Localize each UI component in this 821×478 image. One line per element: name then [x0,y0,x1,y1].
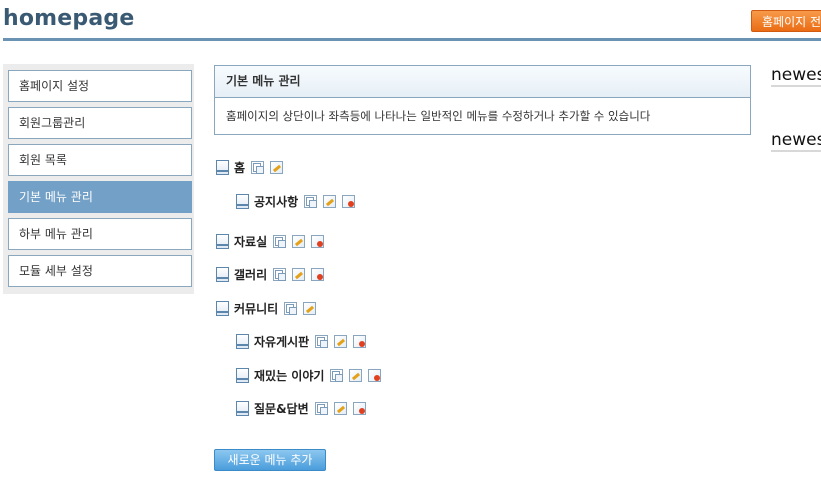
menu-row-fun-stories: 재밌는 이야기 [236,365,387,385]
document-icon [236,400,249,416]
menu-label[interactable]: 질문&답변 [254,400,309,417]
homepage-settings-button[interactable]: 홈페이지 전 [751,10,821,32]
menu-row-gallery: 갤러리 [216,264,330,284]
copy-icon[interactable] [330,368,344,382]
edit-icon[interactable] [292,267,306,281]
sidebar-item-member-list[interactable]: 회원 목록 [8,144,192,176]
document-icon [216,233,229,249]
copy-icon[interactable] [273,234,287,248]
menu-row-community: 커뮤니티 [216,298,322,318]
sidebar-item-module-settings[interactable]: 모듈 세부 설정 [8,255,192,287]
edit-icon[interactable] [334,334,348,348]
delete-icon[interactable] [353,334,367,348]
site-title: homepage [3,6,135,31]
document-icon [216,300,229,316]
delete-icon[interactable] [368,368,382,382]
copy-icon[interactable] [273,267,287,281]
menu-label[interactable]: 재밌는 이야기 [254,367,324,384]
copy-icon[interactable] [315,334,329,348]
document-icon [236,193,249,209]
info-panel: 기본 메뉴 관리 홈페이지의 상단이나 좌측등에 나타나는 일반적인 메뉴를 수… [214,65,751,135]
delete-icon[interactable] [311,234,325,248]
newest-widget-title: newes [771,130,821,152]
menu-label[interactable]: 커뮤니티 [234,300,278,317]
sidebar-item-sub-menu[interactable]: 하부 메뉴 관리 [8,218,192,250]
delete-icon[interactable] [352,401,366,415]
menu-label[interactable]: 홈 [234,159,245,176]
edit-icon[interactable] [333,401,347,415]
edit-icon[interactable] [292,234,306,248]
menu-label[interactable]: 자료실 [234,233,267,250]
panel-title: 기본 메뉴 관리 [215,66,750,98]
menu-label[interactable]: 갤러리 [234,266,267,283]
copy-icon[interactable] [304,194,318,208]
newest-widget-title: newes [771,65,821,87]
copy-icon[interactable] [284,301,298,315]
document-icon [236,367,249,383]
document-icon [216,159,229,175]
add-menu-button[interactable]: 새로운 메뉴 추가 [214,449,326,471]
edit-icon[interactable] [270,160,284,174]
menu-row-free-board: 자유게시판 [236,331,372,351]
edit-icon[interactable] [349,368,363,382]
sidebar-item-homepage-settings[interactable]: 홈페이지 설정 [8,70,192,102]
copy-icon[interactable] [251,160,265,174]
document-icon [216,266,229,282]
menu-row-notice: 공지사항 [236,191,361,211]
edit-icon[interactable] [323,194,337,208]
panel-description: 홈페이지의 상단이나 좌측등에 나타나는 일반적인 메뉴를 수정하거나 추가할 … [226,109,651,123]
menu-label[interactable]: 공지사항 [254,193,298,210]
delete-icon[interactable] [311,267,325,281]
copy-icon[interactable] [314,401,328,415]
header-divider [3,38,821,41]
menu-label[interactable]: 자유게시판 [254,333,309,350]
document-icon [236,333,249,349]
menu-row-archive: 자료실 [216,231,330,251]
sidebar-item-basic-menu[interactable]: 기본 메뉴 관리 [8,181,192,213]
menu-row-qna: 질문&답변 [236,398,372,418]
sidebar-item-member-groups[interactable]: 회원그룹관리 [8,107,192,139]
edit-icon[interactable] [303,301,317,315]
menu-row-home: 홈 [216,157,289,177]
sidebar: 홈페이지 설정 회원그룹관리 회원 목록 기본 메뉴 관리 하부 메뉴 관리 모… [3,64,194,294]
delete-icon[interactable] [342,194,356,208]
